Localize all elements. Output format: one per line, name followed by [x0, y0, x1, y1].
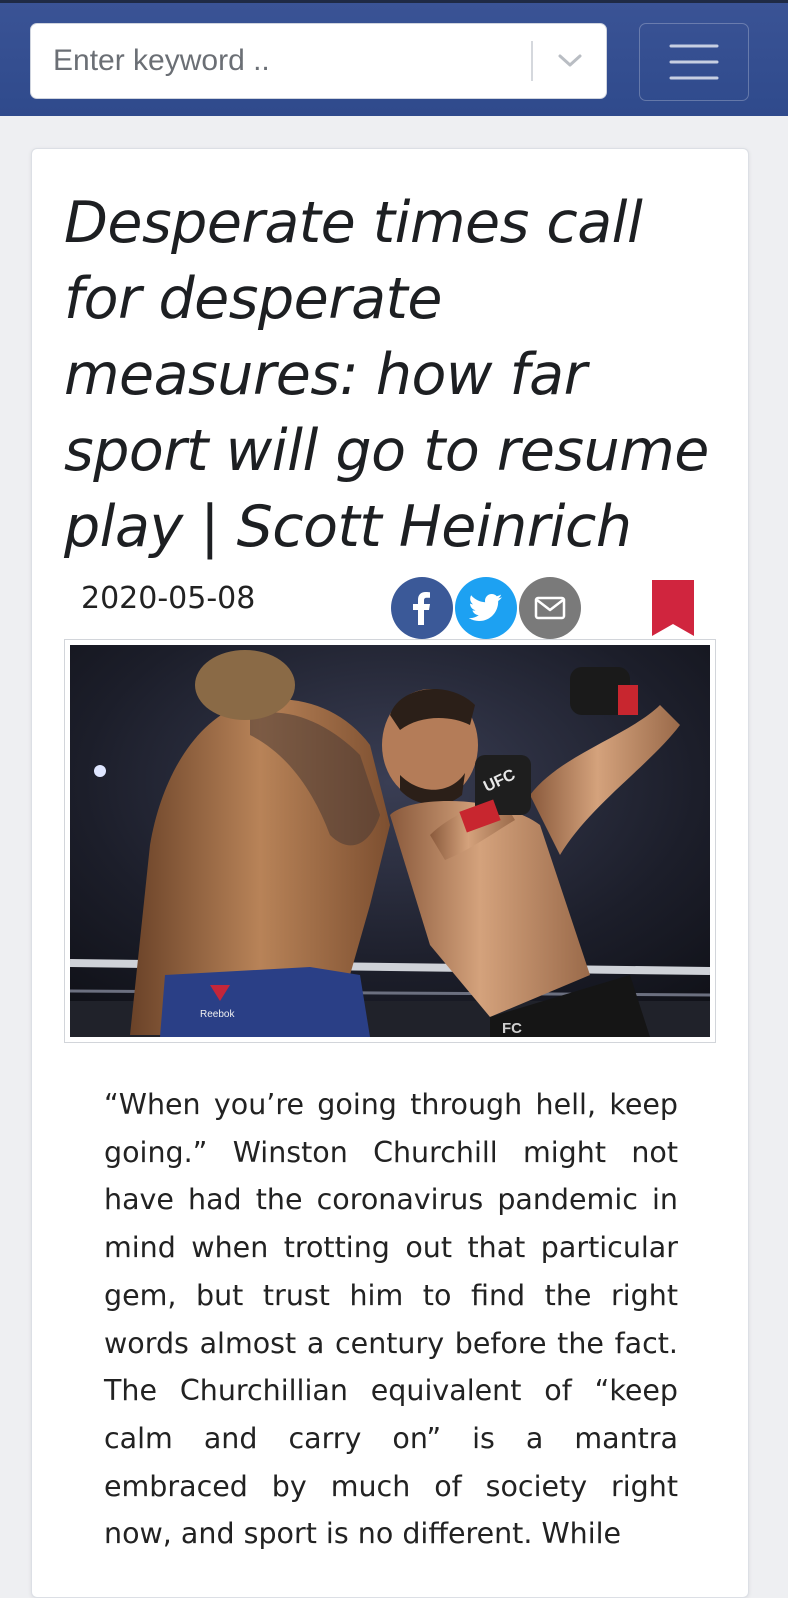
- facebook-icon: [413, 592, 430, 625]
- twitter-icon: [469, 594, 503, 622]
- search-dropdown-toggle[interactable]: [534, 24, 606, 98]
- share-facebook-button[interactable]: [391, 577, 453, 639]
- article-title: Desperate times call for desperate measu…: [64, 190, 709, 560]
- share-twitter-button[interactable]: [455, 577, 517, 639]
- article-date: 2020-05-08: [81, 581, 256, 616]
- search-divider: [531, 41, 533, 81]
- chevron-down-icon: [558, 54, 582, 67]
- photo-reebok-mark: Reebok: [200, 1009, 235, 1020]
- email-icon: [534, 596, 566, 620]
- article-image-frame: UFC FC Reebok: [64, 639, 716, 1043]
- search-input[interactable]: [31, 24, 526, 98]
- menu-toggle-button[interactable]: [639, 23, 749, 101]
- search-box[interactable]: [30, 23, 607, 99]
- photo-fc-mark: FC: [502, 1020, 522, 1037]
- article-body-paragraph: “When you’re going through hell, keep go…: [104, 1088, 678, 1551]
- article-photo: UFC FC Reebok: [70, 645, 710, 1037]
- hamburger-menu-icon: [669, 44, 719, 80]
- top-navbar: [0, 0, 788, 116]
- bookmark-icon[interactable]: [652, 580, 694, 636]
- article-card: Desperate times call for desperate measu…: [31, 148, 749, 1598]
- share-email-button[interactable]: [519, 577, 581, 639]
